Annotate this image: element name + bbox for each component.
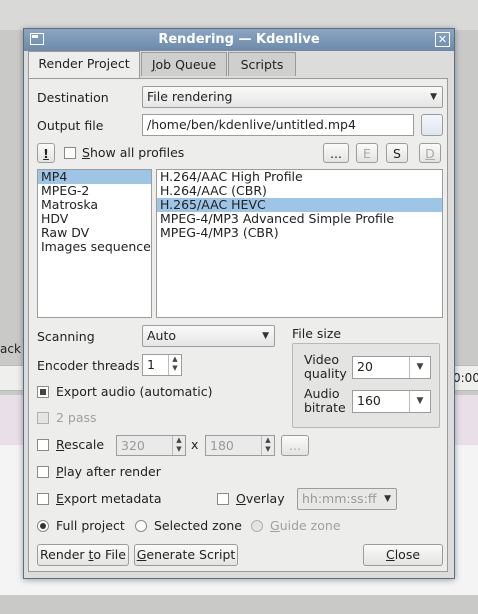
- show-all-profiles-checkbox[interactable]: [64, 147, 76, 159]
- audio-bitrate-label: Audio bitrate: [304, 386, 346, 415]
- scanning-label: Scanning: [37, 329, 95, 344]
- overlay-combo[interactable]: hh:mm:ss:ff ▼: [297, 488, 397, 510]
- window-title: Rendering — Kdenlive: [158, 32, 320, 47]
- edit-profile-button[interactable]: E: [356, 143, 378, 163]
- rescale-width-spinbox[interactable]: 320 ▲ ▼: [116, 435, 186, 456]
- format-list-item[interactable]: MP4: [38, 170, 151, 184]
- generate-script-button[interactable]: Generate Script: [134, 544, 238, 566]
- title-bar[interactable]: Rendering — Kdenlive ✕: [24, 29, 454, 51]
- chevron-down-icon: ▼: [409, 391, 430, 412]
- format-list-item[interactable]: Images sequence: [38, 240, 151, 254]
- codec-list-item[interactable]: H.265/AAC HEVC: [157, 198, 442, 212]
- background-ruler-time: 0:00: [453, 371, 478, 385]
- codec-list: H.264/AAC High Profile H.264/AAC (CBR) H.2…: [156, 169, 443, 318]
- show-all-profiles-label: Show all profiles: [82, 145, 185, 160]
- overlay-value: hh:mm:ss:ff: [302, 491, 377, 506]
- scanning-value: Auto: [147, 328, 177, 343]
- output-file-label: Output file: [37, 118, 104, 133]
- two-pass-label: 2 pass: [56, 410, 97, 425]
- format-list-item[interactable]: Matroska: [38, 198, 151, 212]
- delete-profile-button[interactable]: D: [419, 143, 441, 163]
- spin-arrows-icon[interactable]: ▲ ▼: [168, 355, 181, 375]
- save-profile-button[interactable]: S: [386, 143, 408, 163]
- export-metadata-checkbox[interactable]: [37, 493, 49, 505]
- export-metadata-label: Export metadata: [56, 491, 162, 506]
- two-pass-checkbox[interactable]: [37, 412, 49, 424]
- file-size-label: File size: [292, 326, 342, 341]
- rescale-more-button[interactable]: ...: [281, 435, 309, 456]
- scanning-combo[interactable]: Auto ▼: [142, 325, 275, 347]
- format-list: MP4 MPEG-2 Matroska HDV Raw DV Images sequenc…: [37, 169, 152, 318]
- rescale-height-value: 180: [210, 438, 234, 453]
- encoder-threads-value: 1: [147, 357, 155, 372]
- background-app-toolbar: [0, 0, 478, 30]
- codec-list-item[interactable]: MPEG-4/MP3 Advanced Simple Profile: [157, 212, 442, 226]
- format-list-item[interactable]: HDV: [38, 212, 151, 226]
- chevron-down-icon: ▼: [409, 357, 430, 378]
- rescale-x-label: x: [191, 437, 199, 452]
- guide-zone-label: Guide zone: [270, 518, 341, 533]
- full-project-label: Full project: [56, 518, 125, 533]
- destination-label: Destination: [37, 90, 109, 105]
- browse-button[interactable]: [421, 114, 443, 136]
- render-project-panel: Destination File rendering ▼ Output file…: [28, 78, 448, 572]
- chevron-down-icon: ▼: [430, 92, 437, 102]
- info-button[interactable]: !: [37, 143, 55, 163]
- close-icon[interactable]: ✕: [435, 32, 450, 47]
- codec-list-item[interactable]: H.264/AAC (CBR): [157, 184, 442, 198]
- tab-render-project[interactable]: Render Project: [28, 51, 140, 78]
- rescale-label: Rescale: [56, 437, 105, 452]
- selected-zone-radio[interactable]: [135, 520, 147, 532]
- chevron-down-icon: ▼: [262, 331, 269, 341]
- video-quality-value: 20: [357, 359, 373, 374]
- overlay-checkbox[interactable]: [217, 493, 229, 505]
- video-quality-combo[interactable]: 20 ▼: [352, 356, 431, 379]
- tab-scripts[interactable]: Scripts: [228, 52, 296, 76]
- rescale-checkbox[interactable]: [37, 439, 49, 451]
- more-button[interactable]: ...: [323, 143, 349, 163]
- export-audio-label: Export audio (automatic): [56, 384, 213, 399]
- play-after-render-label: Play after render: [56, 464, 161, 479]
- encoder-threads-label: Encoder threads: [37, 358, 140, 373]
- format-list-item[interactable]: MPEG-2: [38, 184, 151, 198]
- tab-job-queue[interactable]: Job Queue: [141, 52, 227, 76]
- audio-bitrate-combo[interactable]: 160 ▼: [352, 390, 431, 413]
- full-project-radio[interactable]: [37, 520, 49, 532]
- close-button[interactable]: Close: [363, 544, 443, 566]
- spin-arrows-icon: ▲ ▼: [261, 436, 274, 455]
- output-file-input[interactable]: /home/ben/kdenlive/untitled.mp4: [142, 114, 414, 136]
- guide-zone-radio[interactable]: [251, 520, 263, 532]
- export-audio-checkbox[interactable]: [37, 386, 49, 398]
- destination-combo[interactable]: File rendering ▼: [142, 86, 443, 108]
- background-track-label: ack: [0, 342, 21, 356]
- codec-list-item[interactable]: MPEG-4/MP3 (CBR): [157, 226, 442, 240]
- codec-list-item[interactable]: H.264/AAC High Profile: [157, 170, 442, 184]
- rescale-width-value: 320: [121, 438, 145, 453]
- destination-value: File rendering: [147, 89, 233, 104]
- rescale-height-spinbox[interactable]: 180 ▲ ▼: [205, 435, 275, 456]
- chevron-down-icon: ▼: [384, 494, 391, 504]
- rendering-dialog: Rendering — Kdenlive ✕ Render Project Jo…: [23, 28, 455, 579]
- selected-zone-label: Selected zone: [154, 518, 242, 533]
- video-quality-label: Video quality: [304, 352, 347, 381]
- format-list-item[interactable]: Raw DV: [38, 226, 151, 240]
- overlay-label: Overlay: [236, 491, 285, 506]
- audio-bitrate-value: 160: [357, 393, 381, 408]
- render-to-file-button[interactable]: Render to File: [37, 544, 129, 566]
- play-after-render-checkbox[interactable]: [37, 466, 49, 478]
- encoder-threads-spinbox[interactable]: 1 ▲ ▼: [142, 354, 182, 376]
- spin-arrows-icon: ▲ ▼: [172, 436, 185, 455]
